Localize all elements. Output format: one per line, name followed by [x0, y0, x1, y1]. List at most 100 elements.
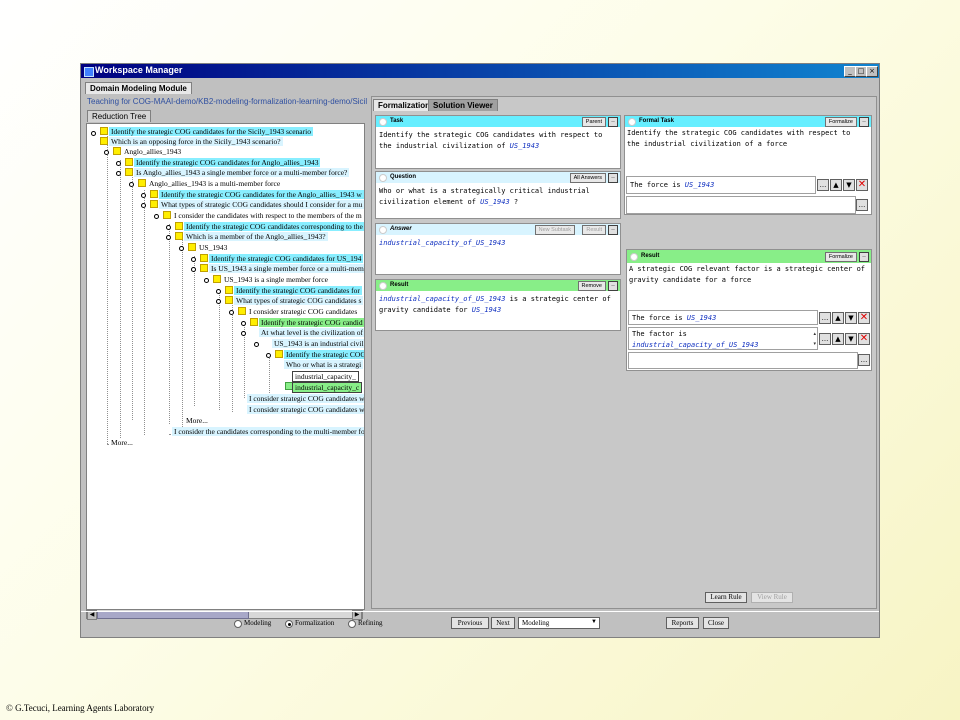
answer-label: Answer [390, 226, 412, 232]
tree-node[interactable]: I consider strategic COG candidates w [247, 394, 364, 403]
tree-node[interactable]: I consider strategic COG candidates [247, 307, 360, 316]
tree-node[interactable]: Identify the strategic COG candidates co… [184, 222, 364, 231]
more-options-button[interactable]: ... [858, 354, 870, 366]
result-collapse-button[interactable]: _ [608, 281, 618, 291]
new-subtask-button[interactable]: New Subtask [534, 225, 575, 235]
chevron-down-icon: ▼ [591, 619, 597, 625]
tree-node[interactable]: Anglo_allies_1943 is a multi-member forc… [147, 179, 283, 188]
task-text: Identify the strategic COG candidates wi… [379, 131, 603, 150]
mode-refining-label: Refining [358, 619, 383, 627]
move-down-button[interactable]: ▼ [845, 312, 857, 324]
tree-node[interactable]: What types of strategic COG candidates s [234, 296, 364, 305]
tab-solution-viewer[interactable]: Solution Viewer [428, 99, 498, 111]
move-up-button[interactable]: ▲ [832, 312, 844, 324]
question-collapse-button[interactable]: _ [608, 173, 618, 183]
result-label: Result [390, 282, 409, 288]
tab-domain-modeling[interactable]: Domain Modeling Module [85, 82, 192, 94]
move-up-button[interactable]: ▲ [832, 333, 844, 345]
tree-node[interactable]: US_1943 is an industrial civil [272, 339, 364, 348]
more-options-button[interactable]: ... [856, 199, 868, 211]
formal-task-icon [628, 118, 636, 126]
close-window-button[interactable]: × [866, 66, 878, 77]
answer-panel: Answer New Subtask Result _ industrial_c… [375, 223, 621, 275]
tree-node[interactable]: Identify the strategic COG candidates fo… [234, 286, 362, 295]
tree-node[interactable]: Identify the strategic COG candidates fo… [209, 254, 364, 263]
mode-formalization-radio[interactable] [285, 620, 293, 628]
formal-result-row-factor[interactable]: The factor is industrial_capacity_of_US_1… [628, 327, 818, 350]
tree-node[interactable]: Who or what is a strategi [284, 360, 364, 369]
answer-header: Answer New Subtask Result _ [376, 224, 620, 235]
spin-arrows-icon[interactable]: ▴ ▾ [813, 329, 816, 349]
tree-node[interactable]: Identify the strategic COG candid [259, 318, 364, 327]
tree-node[interactable]: Is Anglo_allies_1943 a single member for… [134, 168, 350, 177]
task-collapse-button[interactable]: _ [608, 117, 618, 127]
next-button[interactable]: Next [491, 617, 515, 629]
formal-result-row-force[interactable]: The force is US_1943 [628, 310, 818, 325]
mode-select-value: Modeling [522, 619, 550, 627]
close-button[interactable]: Close [703, 617, 729, 629]
delete-icon[interactable]: ✕ [858, 312, 870, 324]
tree-more-link[interactable]: More... [109, 438, 135, 447]
tab-formalization[interactable]: Formalization [373, 99, 436, 111]
tree-node[interactable]: Which is a member of the Anglo_allies_19… [184, 232, 328, 241]
tree-node[interactable]: industrial_capacity_ [292, 371, 359, 382]
question-label: Question [390, 174, 417, 180]
question-icon [379, 174, 387, 182]
result-button[interactable]: Result [582, 225, 606, 235]
tree-node[interactable]: Which is an opposing force in the Sicily… [109, 137, 283, 146]
formal-task-empty-row[interactable] [626, 196, 856, 214]
move-down-button[interactable]: ▼ [845, 333, 857, 345]
task-icon [379, 118, 387, 126]
formal-task-header: Formal Task Formalize _ [625, 116, 871, 127]
mode-formalization-label: Formalization [295, 619, 335, 627]
mode-refining-radio[interactable] [348, 620, 356, 628]
task-label: Task [390, 118, 404, 124]
more-options-button[interactable]: ... [819, 312, 831, 324]
tree-node[interactable]: Identify the strategic COG candidates fo… [159, 190, 364, 199]
move-up-button[interactable]: ▲ [830, 179, 842, 191]
all-answers-button[interactable]: All Answers [569, 173, 606, 183]
parent-button[interactable]: Parent [581, 117, 606, 127]
tab-reduction-tree[interactable]: Reduction Tree [87, 110, 152, 122]
tree-node[interactable]: What types of strategic COG candidates s… [159, 200, 364, 209]
result-icon [379, 282, 387, 290]
tree-node[interactable]: I consider strategic COG candidates w [247, 405, 364, 414]
tree-node[interactable]: US_1943 is a single member force [222, 275, 330, 284]
formal-result-collapse-button[interactable]: _ [859, 252, 869, 262]
tree-node[interactable]: industrial_capacity_c [292, 382, 363, 393]
copyright-footer: © G.Tecuci, Learning Agents Laboratory [6, 703, 155, 713]
more-options-button[interactable]: ... [819, 333, 831, 345]
app-icon [84, 67, 94, 77]
formalize-result-button[interactable]: Formalize [824, 252, 857, 262]
reports-button[interactable]: Reports [666, 617, 699, 629]
formal-task-row[interactable]: The force is US_1943 [626, 176, 816, 194]
mode-select[interactable]: Modeling ▼ [518, 617, 600, 629]
tree-node[interactable]: Anglo_allies_1943 [122, 147, 184, 156]
formal-result-empty-row[interactable] [628, 352, 858, 369]
reduction-tree[interactable]: Identify the strategic COG candidates fo… [86, 123, 365, 610]
answer-collapse-button[interactable]: _ [608, 225, 618, 235]
tree-node[interactable]: US_1943 [197, 243, 230, 252]
formalize-task-button[interactable]: Formalize [824, 117, 857, 127]
tree-node[interactable]: Identify the strategic COG candidates fo… [134, 158, 321, 167]
delete-icon[interactable]: ✕ [856, 179, 868, 191]
formal-result-label: Result [641, 253, 660, 259]
tree-node[interactable]: Identify the strategic COG [284, 350, 364, 359]
delete-icon[interactable]: ✕ [858, 333, 870, 345]
previous-button[interactable]: Previous [451, 617, 489, 629]
tree-node[interactable]: I consider the candidates with respect t… [172, 211, 364, 220]
move-down-button[interactable]: ▼ [843, 179, 855, 191]
mode-modeling-radio[interactable] [234, 620, 242, 628]
tree-node[interactable]: At what level is the civilization of [259, 328, 364, 337]
view-rule-button[interactable]: View Rule [751, 592, 793, 603]
learn-rule-button[interactable]: Learn Rule [705, 592, 747, 603]
tree-node[interactable]: Is US_1943 a single member force or a mu… [209, 264, 364, 273]
formal-task-collapse-button[interactable]: _ [859, 117, 869, 127]
remove-button[interactable]: Remove [577, 281, 606, 291]
more-options-button[interactable]: ... [817, 179, 829, 191]
tree-more-link[interactable]: More... [184, 416, 210, 425]
tree-node[interactable]: I consider the candidates corresponding … [172, 427, 364, 436]
title-bar: Workspace Manager _ □ × [81, 64, 879, 78]
tree-node[interactable]: Identify the strategic COG candidates fo… [109, 127, 313, 136]
formal-result-panel: Result Formalize _ A strategic COG relev… [626, 249, 872, 371]
